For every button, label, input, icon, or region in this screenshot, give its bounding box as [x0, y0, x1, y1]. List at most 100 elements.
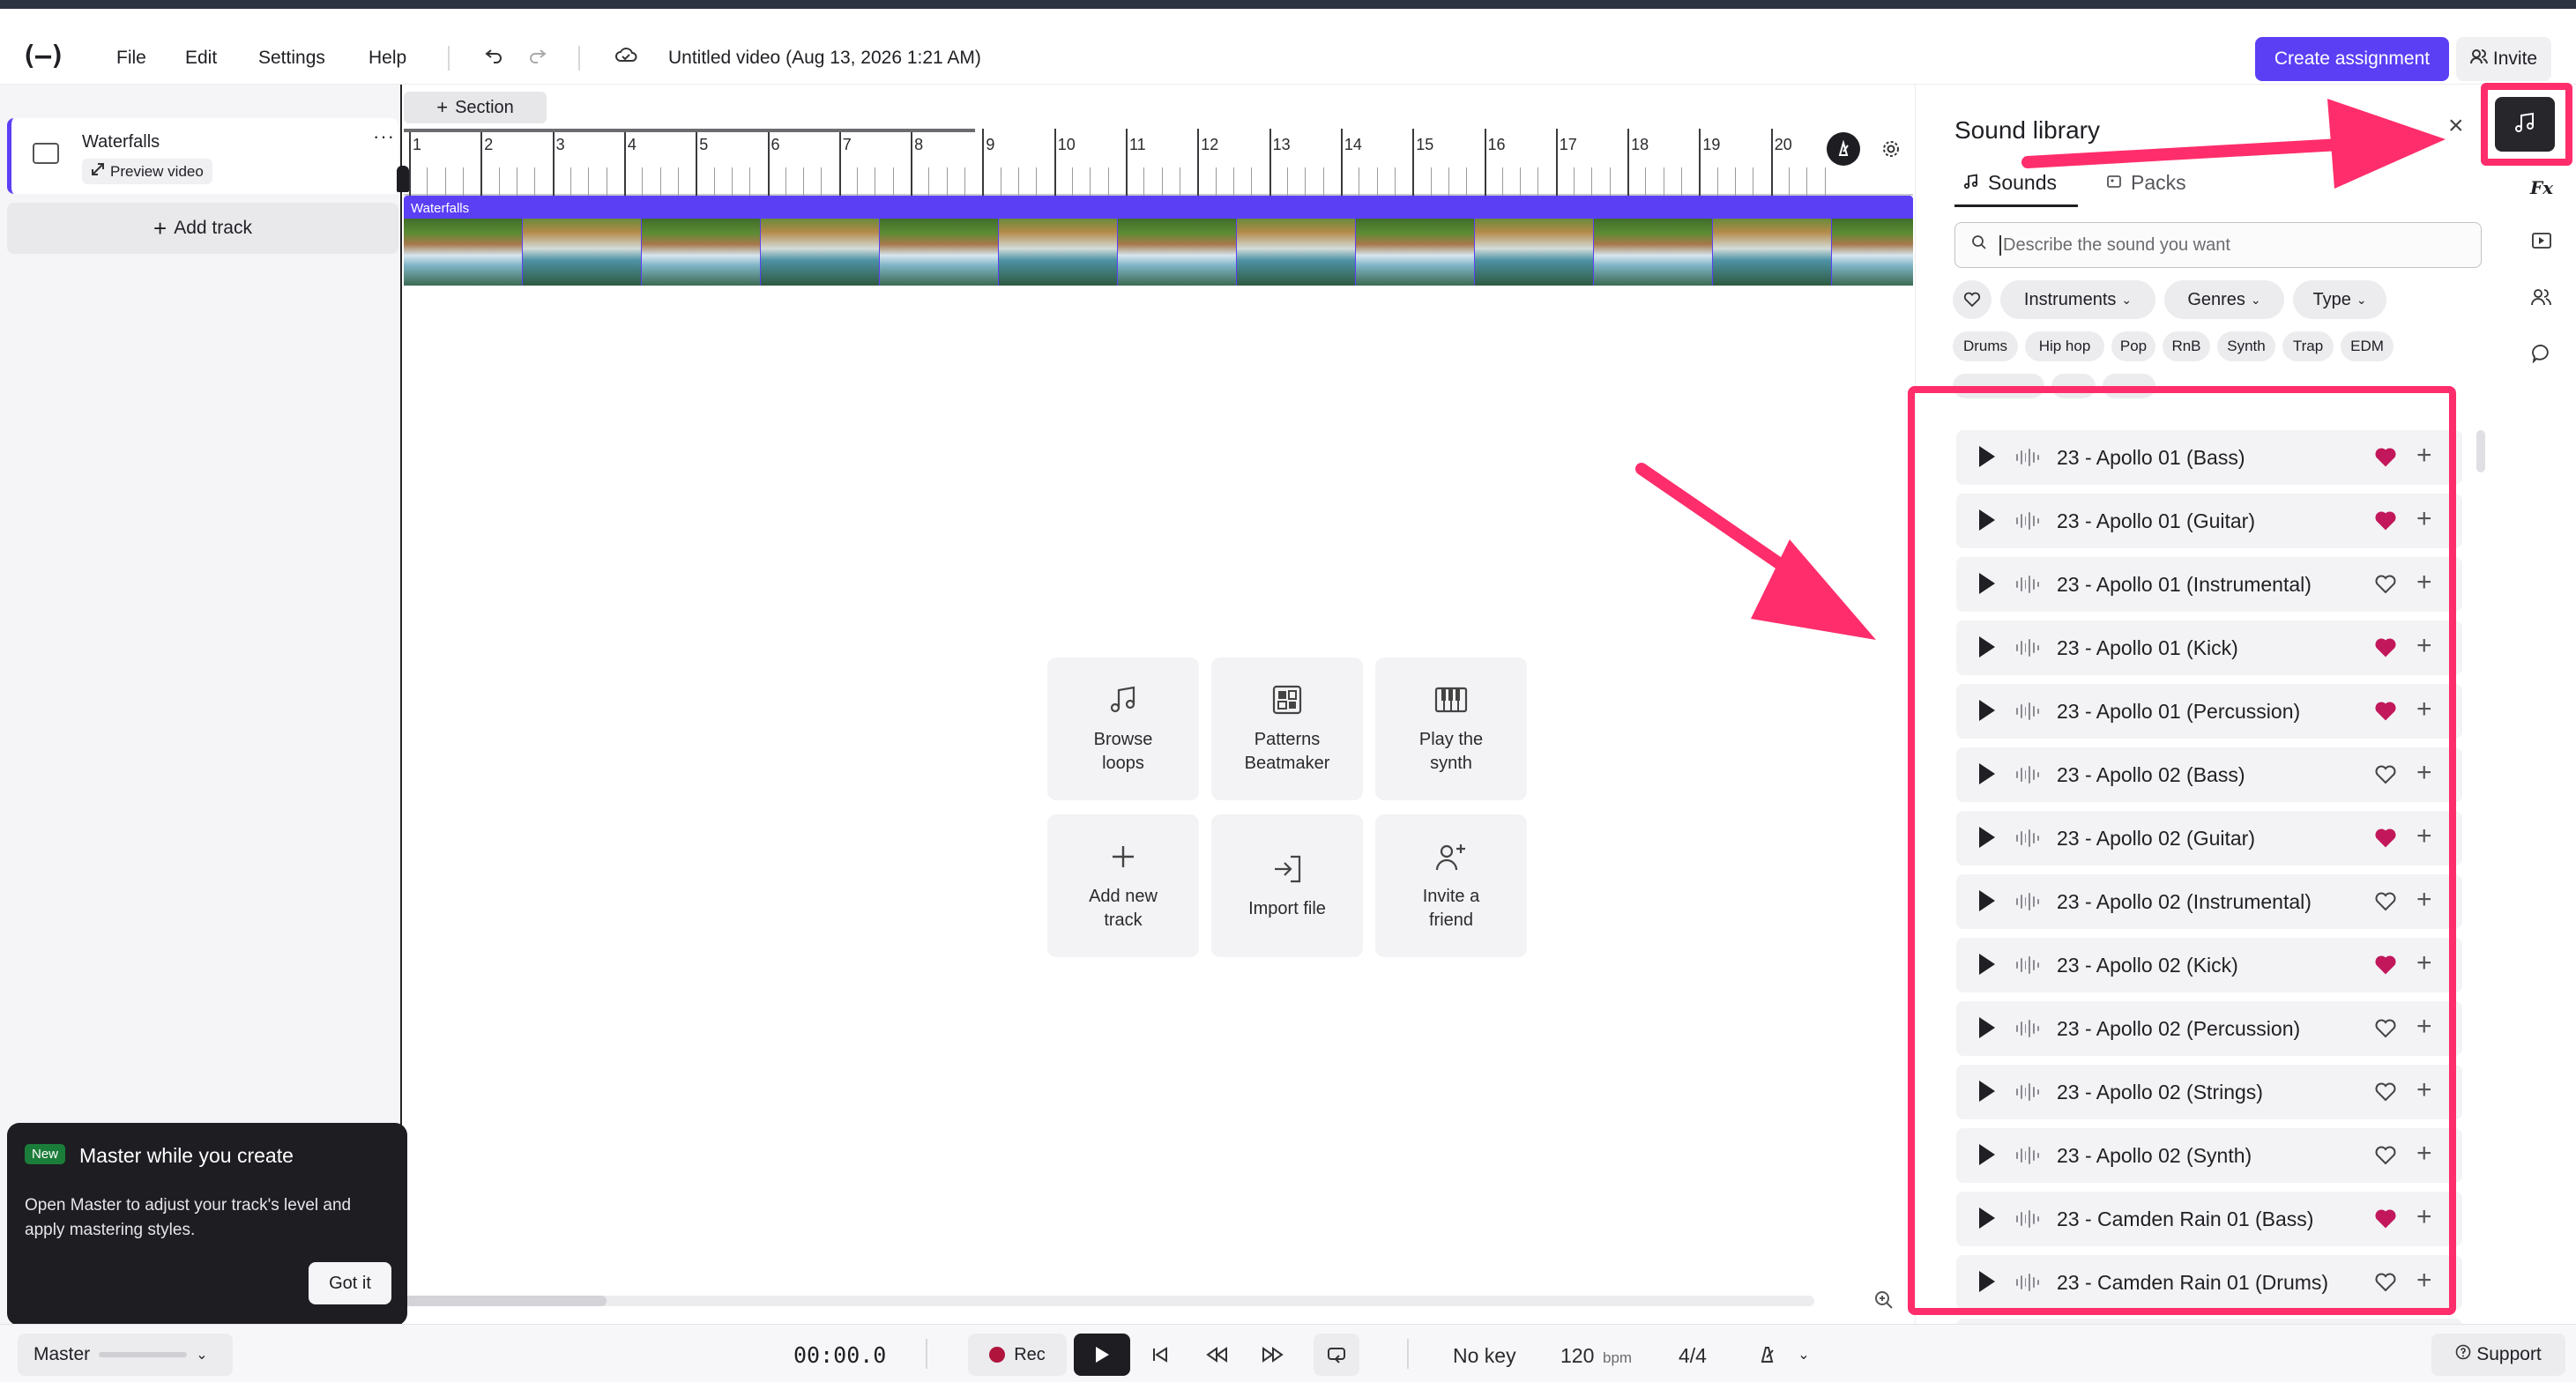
video-panel-icon[interactable] — [2525, 224, 2558, 257]
play-synth-card[interactable]: Play the synth — [1375, 658, 1527, 800]
playhead-handle[interactable] — [397, 166, 409, 192]
ruler-beat-tick — [1286, 167, 1288, 196]
ruler-bar-tick — [1053, 129, 1056, 196]
tag-edm[interactable]: EDM — [2341, 331, 2394, 361]
timeline-settings-gear-icon[interactable] — [1874, 132, 1908, 166]
track-name[interactable]: Waterfalls — [82, 132, 160, 152]
menu-help[interactable]: Help — [369, 48, 406, 69]
right-tool-rail: Fx — [2507, 85, 2576, 1324]
video-clip-waterfalls[interactable]: Waterfalls — [404, 196, 1913, 286]
ruler-beat-tick — [1681, 167, 1683, 196]
ruler-beat-tick — [749, 167, 751, 196]
master-level-slider[interactable] — [99, 1352, 188, 1357]
ruler-bar-number: 15 — [1416, 136, 1434, 153]
menu-settings[interactable]: Settings — [258, 48, 325, 69]
chat-bubble-icon[interactable] — [2525, 337, 2558, 370]
sound-search-field[interactable]: Describe the sound you want — [1954, 222, 2482, 268]
tag-hip-hop[interactable]: Hip hop — [2025, 331, 2104, 361]
key-selector[interactable]: No key — [1453, 1344, 1516, 1368]
timeline-scrollbar-thumb[interactable] — [404, 1296, 607, 1306]
add-new-track-label: Add new track — [1089, 887, 1158, 930]
window-top-strip — [0, 0, 2576, 9]
preview-video-label: Preview video — [110, 162, 204, 180]
document-title[interactable]: Untitled video (Aug 13, 2026 1:21 AM) — [668, 48, 981, 69]
add-new-track-card[interactable]: Add new track — [1047, 814, 1199, 957]
zoom-in-icon[interactable] — [1871, 1287, 1897, 1313]
ruler-beat-tick — [1574, 167, 1575, 196]
timeline-ruler[interactable]: 1 2 3 4 5 6 7 8 9 10 11 12 13 14 15 16 17 18 19 20 — [404, 129, 1913, 196]
ruler-beat-tick — [1824, 167, 1826, 196]
browse-loops-card[interactable]: Browse loops — [1047, 658, 1199, 800]
ruler-beat-tick — [1018, 167, 1020, 196]
create-assignment-button[interactable]: Create assignment — [2255, 37, 2449, 81]
master-button[interactable]: Master ⌄ — [18, 1334, 233, 1376]
tag-pop[interactable]: Pop — [2111, 331, 2155, 361]
invite-friend-card[interactable]: Invite a friend — [1375, 814, 1527, 957]
ruler-bar-number: 18 — [1631, 136, 1649, 153]
loop-region[interactable] — [404, 129, 975, 132]
time-display[interactable]: 00:00.0 — [793, 1342, 886, 1368]
ruler-beat-tick — [857, 167, 859, 196]
loop-button[interactable] — [1314, 1334, 1359, 1376]
ruler-bar-tick — [838, 129, 841, 196]
genres-filter[interactable]: Genres ⌄ — [2164, 280, 2284, 319]
track-header-waterfalls[interactable]: Waterfalls Preview video ··· — [7, 118, 398, 194]
tempo-value[interactable]: 120 — [1560, 1344, 1594, 1368]
cloud-save-icon[interactable] — [612, 41, 640, 69]
invite-button[interactable]: Invite — [2456, 37, 2551, 81]
instruments-filter[interactable]: Instruments ⌄ — [2000, 280, 2155, 319]
ruler-beat-tick — [946, 167, 948, 196]
sound-library-toggle-button[interactable] — [2495, 97, 2555, 152]
menu-file[interactable]: File — [116, 48, 146, 69]
ruler-beat-tick — [821, 167, 823, 196]
tag-drums[interactable]: Drums — [1953, 331, 2018, 361]
expand-icon — [91, 162, 105, 181]
patterns-beatmaker-card[interactable]: Patterns Beatmaker — [1211, 658, 1363, 800]
tag-trap[interactable]: Trap — [2282, 331, 2334, 361]
play-button[interactable] — [1074, 1334, 1130, 1376]
ruler-beat-tick — [1645, 167, 1647, 196]
redo-icon[interactable] — [524, 41, 552, 69]
favorites-filter-heart-icon[interactable] — [1953, 280, 1992, 319]
ruler-bar-tick — [552, 129, 555, 196]
tag-synth[interactable]: Synth — [2217, 331, 2275, 361]
metronome-options-chevron-down-icon[interactable]: ⌄ — [1781, 1334, 1827, 1376]
ruler-bar-tick — [623, 129, 626, 196]
library-scrollbar[interactable] — [2476, 430, 2485, 472]
app-logo[interactable]: (—) — [21, 41, 65, 71]
ruler-beat-tick — [892, 167, 894, 196]
timeline-scrollbar[interactable] — [404, 1296, 1814, 1306]
type-filter-label: Type — [2312, 289, 2351, 309]
clip-thumbnail-frame — [523, 219, 641, 286]
add-track-button[interactable]: + Add track — [7, 203, 398, 254]
arrow-to-sound-list — [1635, 463, 1876, 640]
preview-video-button[interactable]: Preview video — [82, 159, 212, 184]
rewind-button[interactable] — [1194, 1334, 1240, 1376]
metronome-icon[interactable] — [1827, 132, 1860, 166]
skip-to-start-button[interactable] — [1137, 1334, 1183, 1376]
support-button[interactable]: Support — [2431, 1334, 2565, 1376]
collaborators-icon[interactable] — [2525, 280, 2558, 314]
fast-forward-button[interactable] — [1250, 1334, 1296, 1376]
ruler-beat-tick — [928, 167, 930, 196]
ruler-beat-tick — [444, 167, 446, 196]
got-it-button[interactable]: Got it — [309, 1262, 391, 1304]
menu-separator — [448, 46, 450, 71]
menu-edit[interactable]: Edit — [185, 48, 217, 69]
track-more-menu-icon[interactable]: ··· — [373, 125, 395, 148]
tempo-unit: bpm — [1603, 1349, 1633, 1366]
tab-packs[interactable]: Packs — [2106, 171, 2186, 195]
time-signature[interactable]: 4/4 — [1679, 1344, 1707, 1368]
type-filter[interactable]: Type ⌄ — [2293, 280, 2386, 319]
fx-icon[interactable]: Fx — [2525, 171, 2558, 204]
master-tip-toast: New Master while you create Open Master … — [7, 1123, 407, 1326]
ruler-bar-number: 1 — [413, 136, 422, 153]
undo-icon[interactable] — [480, 41, 508, 69]
ruler-bar-tick — [1197, 129, 1200, 196]
record-button[interactable]: Rec — [968, 1334, 1067, 1376]
tab-sounds[interactable]: Sounds — [1963, 171, 2057, 195]
tag-rnb[interactable]: RnB — [2163, 331, 2210, 361]
add-section-button[interactable]: + Section — [404, 92, 547, 123]
close-icon[interactable]: × — [2448, 111, 2464, 141]
import-file-card[interactable]: Import file — [1211, 814, 1363, 957]
